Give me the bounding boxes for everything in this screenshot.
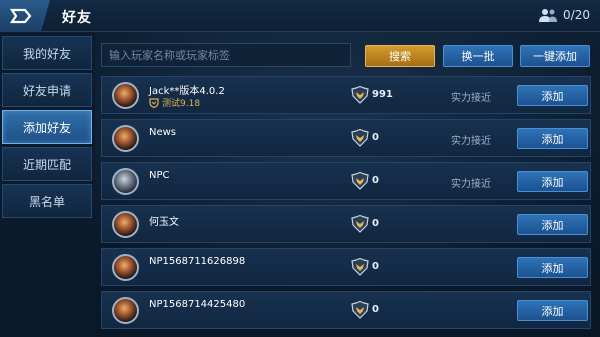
- sidebar-item-label: 近期匹配: [22, 157, 71, 172]
- sidebar-item-label: 黑名单: [28, 194, 65, 209]
- avatar: [112, 82, 139, 109]
- rank-icon: [351, 172, 369, 190]
- rank-icon: [351, 258, 369, 276]
- rank-icon: [351, 301, 369, 319]
- player-name: NP1568711626898: [149, 256, 246, 267]
- rank-value: 0: [372, 261, 379, 272]
- player-tag-text: 测试9.18: [162, 99, 201, 109]
- add-button[interactable]: 添加: [517, 257, 588, 278]
- refresh-button[interactable]: 换一批: [443, 45, 513, 67]
- sidebar-item-friend-requests[interactable]: 好友申请: [2, 73, 92, 107]
- list-item: NPC 0 实力接近 添加: [101, 162, 591, 200]
- top-bar: 好友 0/20: [0, 0, 600, 32]
- avatar: [112, 211, 139, 238]
- add-button[interactable]: 添加: [517, 85, 588, 106]
- add-button[interactable]: 添加: [517, 300, 588, 321]
- friends-icon: [539, 9, 558, 22]
- sidebar: 我的好友 好友申请 添加好友 近期匹配 黑名单: [0, 33, 95, 337]
- rank-value: 0: [372, 175, 379, 186]
- list-item: 何玉文 0 添加: [101, 205, 591, 243]
- player-tag: 测试9.18: [149, 96, 200, 109]
- avatar: [112, 254, 139, 281]
- sidebar-item-label: 好友申请: [22, 83, 71, 98]
- rank-value: 0: [372, 132, 379, 143]
- player-name: NP1568714425480: [149, 299, 246, 310]
- search-button[interactable]: 搜索: [365, 45, 435, 67]
- add-button[interactable]: 添加: [517, 214, 588, 235]
- rank-icon: [351, 86, 369, 104]
- player-name: 何玉文: [149, 217, 179, 228]
- add-button[interactable]: 添加: [517, 171, 588, 192]
- add-all-button[interactable]: 一键添加: [520, 45, 590, 67]
- friend-count-text: 0/20: [563, 8, 590, 22]
- rank-icon: [351, 129, 369, 147]
- avatar: [112, 297, 139, 324]
- avatar: [112, 125, 139, 152]
- rank-value: 0: [372, 218, 379, 229]
- sidebar-item-recent-matches[interactable]: 近期匹配: [2, 147, 92, 181]
- status-text: 实力接近: [451, 179, 491, 190]
- sidebar-item-label: 我的好友: [22, 46, 71, 61]
- list-item: Jack**版本4.0.2 测试9.18 991 实力接近 添加: [101, 76, 591, 114]
- status-text: 实力接近: [451, 93, 491, 104]
- add-button[interactable]: 添加: [517, 128, 588, 149]
- list-item: NP1568714425480 0 添加: [101, 291, 591, 329]
- status-text: 实力接近: [451, 136, 491, 147]
- player-name: News: [149, 127, 177, 138]
- back-arrow-icon: [10, 8, 32, 24]
- page-title: 好友: [62, 10, 92, 26]
- search-input[interactable]: [101, 43, 351, 67]
- back-button[interactable]: [0, 0, 50, 32]
- sidebar-item-label: 添加好友: [22, 120, 71, 135]
- rank-icon: [351, 215, 369, 233]
- tag-shield-icon: [149, 97, 159, 108]
- sidebar-item-my-friends[interactable]: 我的好友: [2, 36, 92, 70]
- sidebar-item-add-friend[interactable]: 添加好友: [2, 110, 92, 144]
- sidebar-item-blacklist[interactable]: 黑名单: [2, 184, 92, 218]
- rank-value: 0: [372, 304, 379, 315]
- avatar: [112, 168, 139, 195]
- list-item: News 0 实力接近 添加: [101, 119, 591, 157]
- friend-count: 0/20: [538, 7, 590, 23]
- list-item: NP1568711626898 0 添加: [101, 248, 591, 286]
- rank-value: 991: [372, 89, 393, 100]
- player-name: Jack**版本4.0.2: [149, 86, 225, 97]
- player-name: NPC: [149, 170, 170, 181]
